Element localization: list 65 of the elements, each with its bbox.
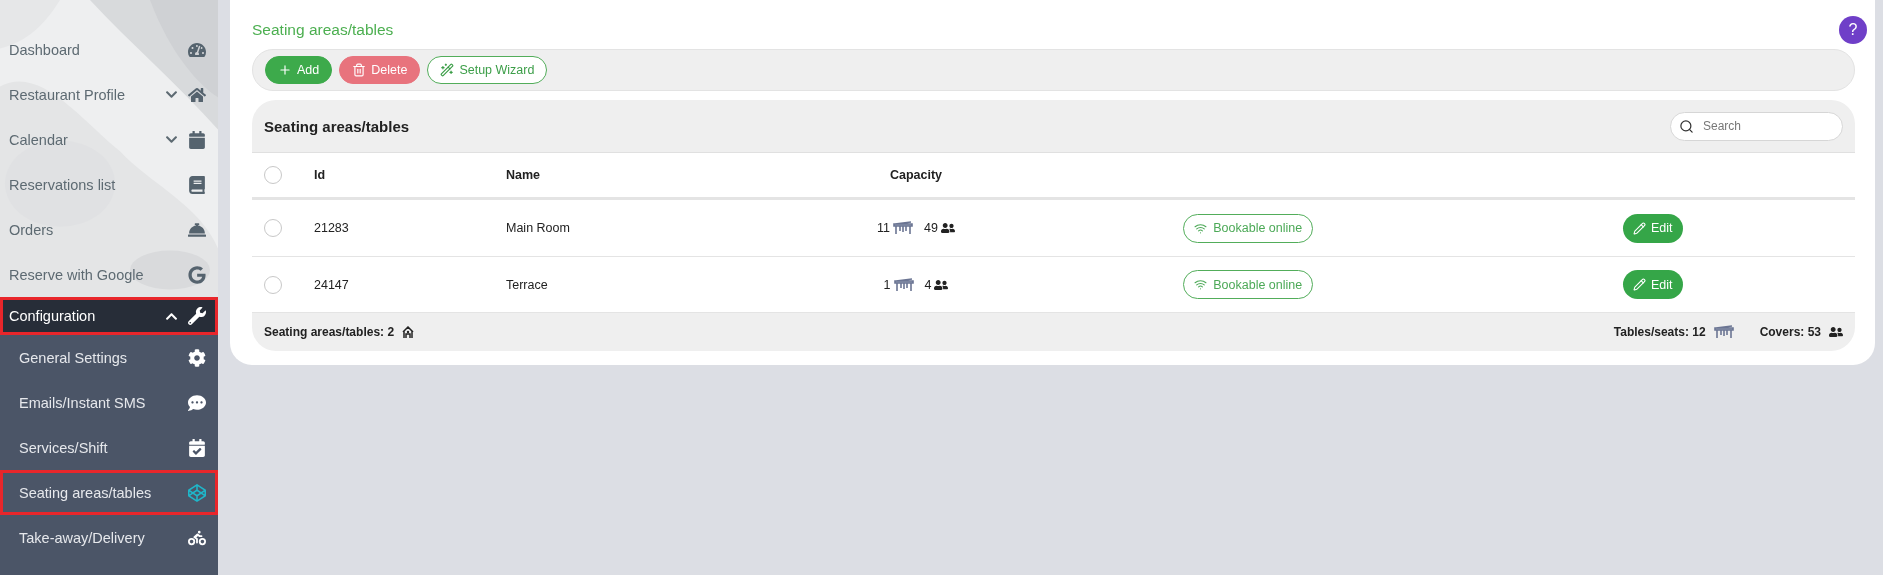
sidebar-item[interactable]: Calendar: [0, 117, 218, 162]
sidebar-item[interactable]: Reserve with Google: [0, 252, 218, 297]
wizard-button[interactable]: Setup Wizard: [427, 56, 548, 84]
search-icon: [1679, 118, 1694, 134]
column-header: Id: [314, 168, 327, 182]
delete-button[interactable]: Delete: [339, 56, 421, 84]
table-cell: 1: [883, 277, 891, 292]
sidebar-item[interactable]: Restaurant Profile: [0, 72, 218, 117]
wifi-icon: [1194, 278, 1208, 291]
menu-icon: [186, 85, 208, 104]
menu-icon: [186, 220, 208, 239]
table-cell-text: Main Room: [506, 221, 571, 235]
table-cell: 49: [924, 221, 938, 235]
menu-icon: [186, 528, 208, 547]
column-header: Name: [506, 168, 542, 182]
menu-icon: [186, 130, 208, 149]
sidebar-item[interactable]: Configuration: [0, 297, 218, 335]
footer-tables: Tables/seats: 12: [1613, 325, 1706, 339]
pencil-icon: [1632, 221, 1646, 235]
table-icon: [893, 221, 914, 235]
table-cell-text: 21283: [314, 221, 350, 235]
edit-button[interactable]: Edit: [1622, 270, 1683, 299]
footer-covers: Covers: 53: [1759, 325, 1821, 339]
sidebar-item[interactable]: Seating areas/tables: [0, 470, 218, 515]
menu-icon: [186, 307, 208, 325]
page-title: Seating areas/tables: [252, 21, 394, 39]
search-field[interactable]: Search: [1670, 111, 1843, 141]
table-icon: [893, 277, 914, 292]
people-icon: [934, 277, 949, 292]
people-icon: [1829, 325, 1843, 339]
table-cell: 4: [924, 277, 932, 292]
sidebar-item[interactable]: Orders: [0, 207, 218, 252]
help-button[interactable]: ?: [1839, 16, 1867, 44]
table-cell: 11: [877, 221, 891, 235]
menu-icon: [186, 40, 208, 59]
select-all-checkbox[interactable]: [264, 166, 282, 184]
row-checkbox[interactable]: [264, 219, 282, 237]
plus-icon: [278, 63, 292, 77]
table-icon: [1713, 325, 1734, 339]
table-cell-text: 24147: [314, 277, 350, 292]
house-person-icon: [402, 325, 415, 339]
sidebar-item[interactable]: General Settings: [0, 335, 218, 380]
trash-icon: [352, 63, 367, 77]
menu-icon: [186, 348, 208, 367]
sidebar-item[interactable]: Emails/Instant SMS: [0, 380, 218, 425]
table-cell-text: Terrace: [506, 277, 549, 292]
edit-button[interactable]: Edit: [1622, 213, 1683, 243]
column-header: Capacity: [889, 168, 943, 182]
magic-wand-icon: [440, 63, 455, 77]
table-title: Seating areas/tables: [264, 117, 410, 135]
wifi-icon: [1194, 221, 1208, 235]
menu-icon: [186, 175, 208, 194]
sidebar-item[interactable]: Take-away/Delivery: [0, 515, 218, 560]
menu-icon: [186, 393, 208, 412]
menu-icon: [186, 438, 208, 457]
sidebar-item[interactable]: Dashboard: [0, 27, 218, 72]
pencil-icon: [1632, 278, 1646, 291]
footer-count: Seating areas/tables: 2: [264, 325, 395, 339]
sidebar-item[interactable]: Reservations list: [0, 162, 218, 207]
menu-icon: [186, 483, 208, 502]
row-checkbox[interactable]: [264, 275, 282, 294]
add-button[interactable]: Add: [265, 56, 333, 84]
menu-icon: [186, 265, 208, 284]
people-icon: [940, 221, 955, 235]
sidebar-item[interactable]: Services/Shift: [0, 425, 218, 470]
